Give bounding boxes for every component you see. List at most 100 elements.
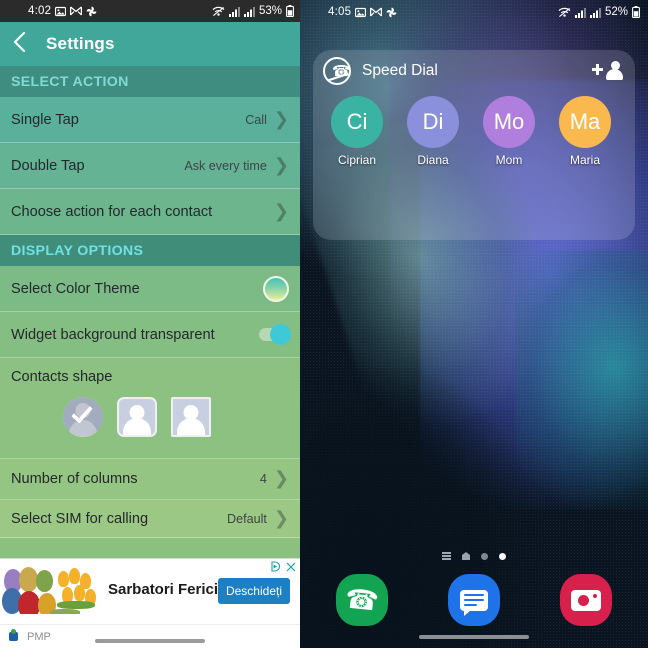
section-label: DISPLAY OPTIONS — [11, 242, 144, 259]
back-chevron-icon[interactable] — [12, 31, 28, 58]
battery-percent: 52% — [604, 6, 628, 18]
navigation-pill[interactable] — [95, 639, 205, 643]
widget-transparent-toggle[interactable] — [259, 324, 291, 345]
add-person-icon[interactable] — [592, 61, 623, 81]
close-icon[interactable] — [286, 562, 296, 574]
setting-row-choose-action-each-contact[interactable]: Choose action for each contact ❯ — [0, 189, 300, 235]
shape-option-rounded-square[interactable] — [117, 397, 157, 437]
battery-percent: 53% — [258, 5, 282, 17]
section-label: SELECT ACTION — [11, 73, 129, 90]
pinwheel-icon — [86, 6, 97, 17]
status-bar-right-group: 53% — [212, 5, 294, 18]
status-bar-left: 4:02 53% — [0, 0, 300, 22]
signal-icon — [574, 7, 586, 18]
advertiser-logo-icon — [7, 629, 20, 644]
phone-glyph: ☎ — [343, 582, 381, 618]
setting-row-single-tap[interactable]: Single Tap Call ❯ — [0, 97, 300, 143]
speed-dial-widget[interactable]: ☎ Speed Dial Ci Ciprian Di Diana Mo Mom … — [313, 50, 635, 240]
home-icon[interactable] — [462, 552, 470, 560]
status-bar-right: 4:05 52% — [300, 0, 648, 24]
menu-icon[interactable] — [442, 552, 451, 560]
ad-controls[interactable] — [271, 561, 296, 574]
signal-icon — [589, 7, 601, 18]
chevron-right-icon: ❯ — [273, 154, 289, 176]
image-icon — [55, 6, 67, 17]
ad-headline: Sarbatori Fericite — [108, 581, 232, 598]
row-label: Select Color Theme — [11, 280, 140, 297]
row-right: Ask every time ❯ — [184, 154, 289, 176]
row-label: Choose action for each contact — [11, 203, 213, 220]
phone-app-icon[interactable]: ☎ — [336, 574, 388, 626]
avatar[interactable]: Mo — [483, 96, 535, 148]
phone-glyph: ☎ — [332, 62, 351, 80]
contact-name: Maria — [569, 153, 600, 167]
plus-horizontal — [592, 68, 603, 71]
camera-app-icon[interactable] — [560, 574, 612, 626]
gmail-icon — [370, 7, 383, 17]
pinwheel-icon — [386, 7, 397, 18]
avatar[interactable]: Di — [407, 96, 459, 148]
wifi-off-icon — [212, 6, 225, 17]
ad-content[interactable]: Sarbatori Fericite Deschideți — [0, 559, 300, 625]
row-value: 4 — [259, 472, 267, 486]
widget-title: Speed Dial — [362, 62, 438, 79]
contact-tile[interactable]: Ci Ciprian — [331, 96, 383, 167]
setting-row-number-of-columns[interactable]: Number of columns 4 ❯ — [0, 459, 300, 500]
setting-row-select-color-theme[interactable]: Select Color Theme — [0, 266, 300, 312]
chevron-right-icon: ❯ — [273, 200, 289, 222]
status-bar-left-group: 4:02 — [28, 5, 97, 17]
page-dot[interactable] — [481, 552, 488, 560]
setting-row-select-sim-for-calling[interactable]: Select SIM for calling Default ❯ — [0, 500, 300, 538]
person-body — [606, 69, 623, 80]
setting-row-double-tap[interactable]: Double Tap Ask every time ❯ — [0, 143, 300, 189]
status-time: 4:02 — [28, 5, 52, 17]
app-dock: ☎ — [300, 572, 648, 628]
left-phone-settings-screen: 4:02 53% Settings SELECT ACTION Single T… — [0, 0, 300, 648]
shape-option-circle[interactable] — [63, 397, 103, 437]
message-bubble — [460, 589, 488, 616]
avatar-body — [177, 418, 205, 435]
speed-dial-contacts: Ci Ciprian Di Diana Mo Mom Ma Maria — [313, 92, 635, 167]
row-right: ❯ — [273, 200, 289, 222]
setting-row-widget-background-transparent[interactable]: Widget background transparent — [0, 312, 300, 358]
battery-icon — [286, 5, 294, 18]
signal-icon — [243, 6, 255, 17]
row-value: Default — [227, 511, 267, 526]
right-phone-home-screen: 4:05 52% ☎ Speed Dial Ci Ciprian Di Dian… — [300, 0, 648, 648]
contact-tile[interactable]: Di Diana — [407, 96, 459, 167]
check-icon — [71, 401, 93, 424]
page-dot-active[interactable] — [499, 552, 506, 560]
contact-tile[interactable]: Ma Maria — [559, 96, 611, 167]
row-label: Widget background transparent — [11, 326, 215, 343]
setting-row-contacts-shape: Contacts shape — [0, 358, 300, 459]
row-label: Single Tap — [11, 111, 79, 128]
wifi-off-icon — [558, 7, 571, 18]
settings-app-bar: Settings — [0, 22, 300, 66]
image-icon — [355, 7, 367, 18]
camera-lens — [578, 594, 589, 606]
row-right: Default ❯ — [227, 507, 289, 529]
chevron-right-icon: ❯ — [273, 507, 289, 529]
avatar-body — [69, 420, 97, 437]
navigation-pill[interactable] — [419, 635, 529, 639]
row-label: Double Tap — [11, 157, 85, 174]
ad-cta-button[interactable]: Deschideți — [217, 578, 290, 604]
messages-app-icon[interactable] — [448, 574, 500, 626]
widget-header: ☎ Speed Dial — [313, 50, 635, 92]
section-header-select-action: SELECT ACTION — [0, 66, 300, 97]
status-bar-right-group: 52% — [558, 6, 640, 19]
advertisement-banner[interactable]: Sarbatori Fericite Deschideți PMP — [0, 558, 300, 648]
shape-option-square[interactable] — [171, 397, 211, 437]
color-theme-swatch[interactable] — [263, 275, 289, 302]
ad-advertiser-row: PMP — [0, 624, 300, 648]
contact-name: Ciprian — [337, 153, 376, 167]
adchoices-icon[interactable] — [271, 561, 282, 574]
row-value: Ask every time — [184, 158, 267, 173]
contact-tile[interactable]: Mo Mom — [483, 96, 535, 167]
dual-phone-screenshot: 4:02 53% Settings SELECT ACTION Single T… — [0, 0, 648, 648]
avatar[interactable]: Ma — [559, 96, 611, 148]
phone-in-circle-icon: ☎ — [323, 57, 351, 85]
row-value: Call — [245, 112, 267, 127]
avatar[interactable]: Ci — [331, 96, 383, 148]
row-right: 4 ❯ — [260, 470, 289, 488]
